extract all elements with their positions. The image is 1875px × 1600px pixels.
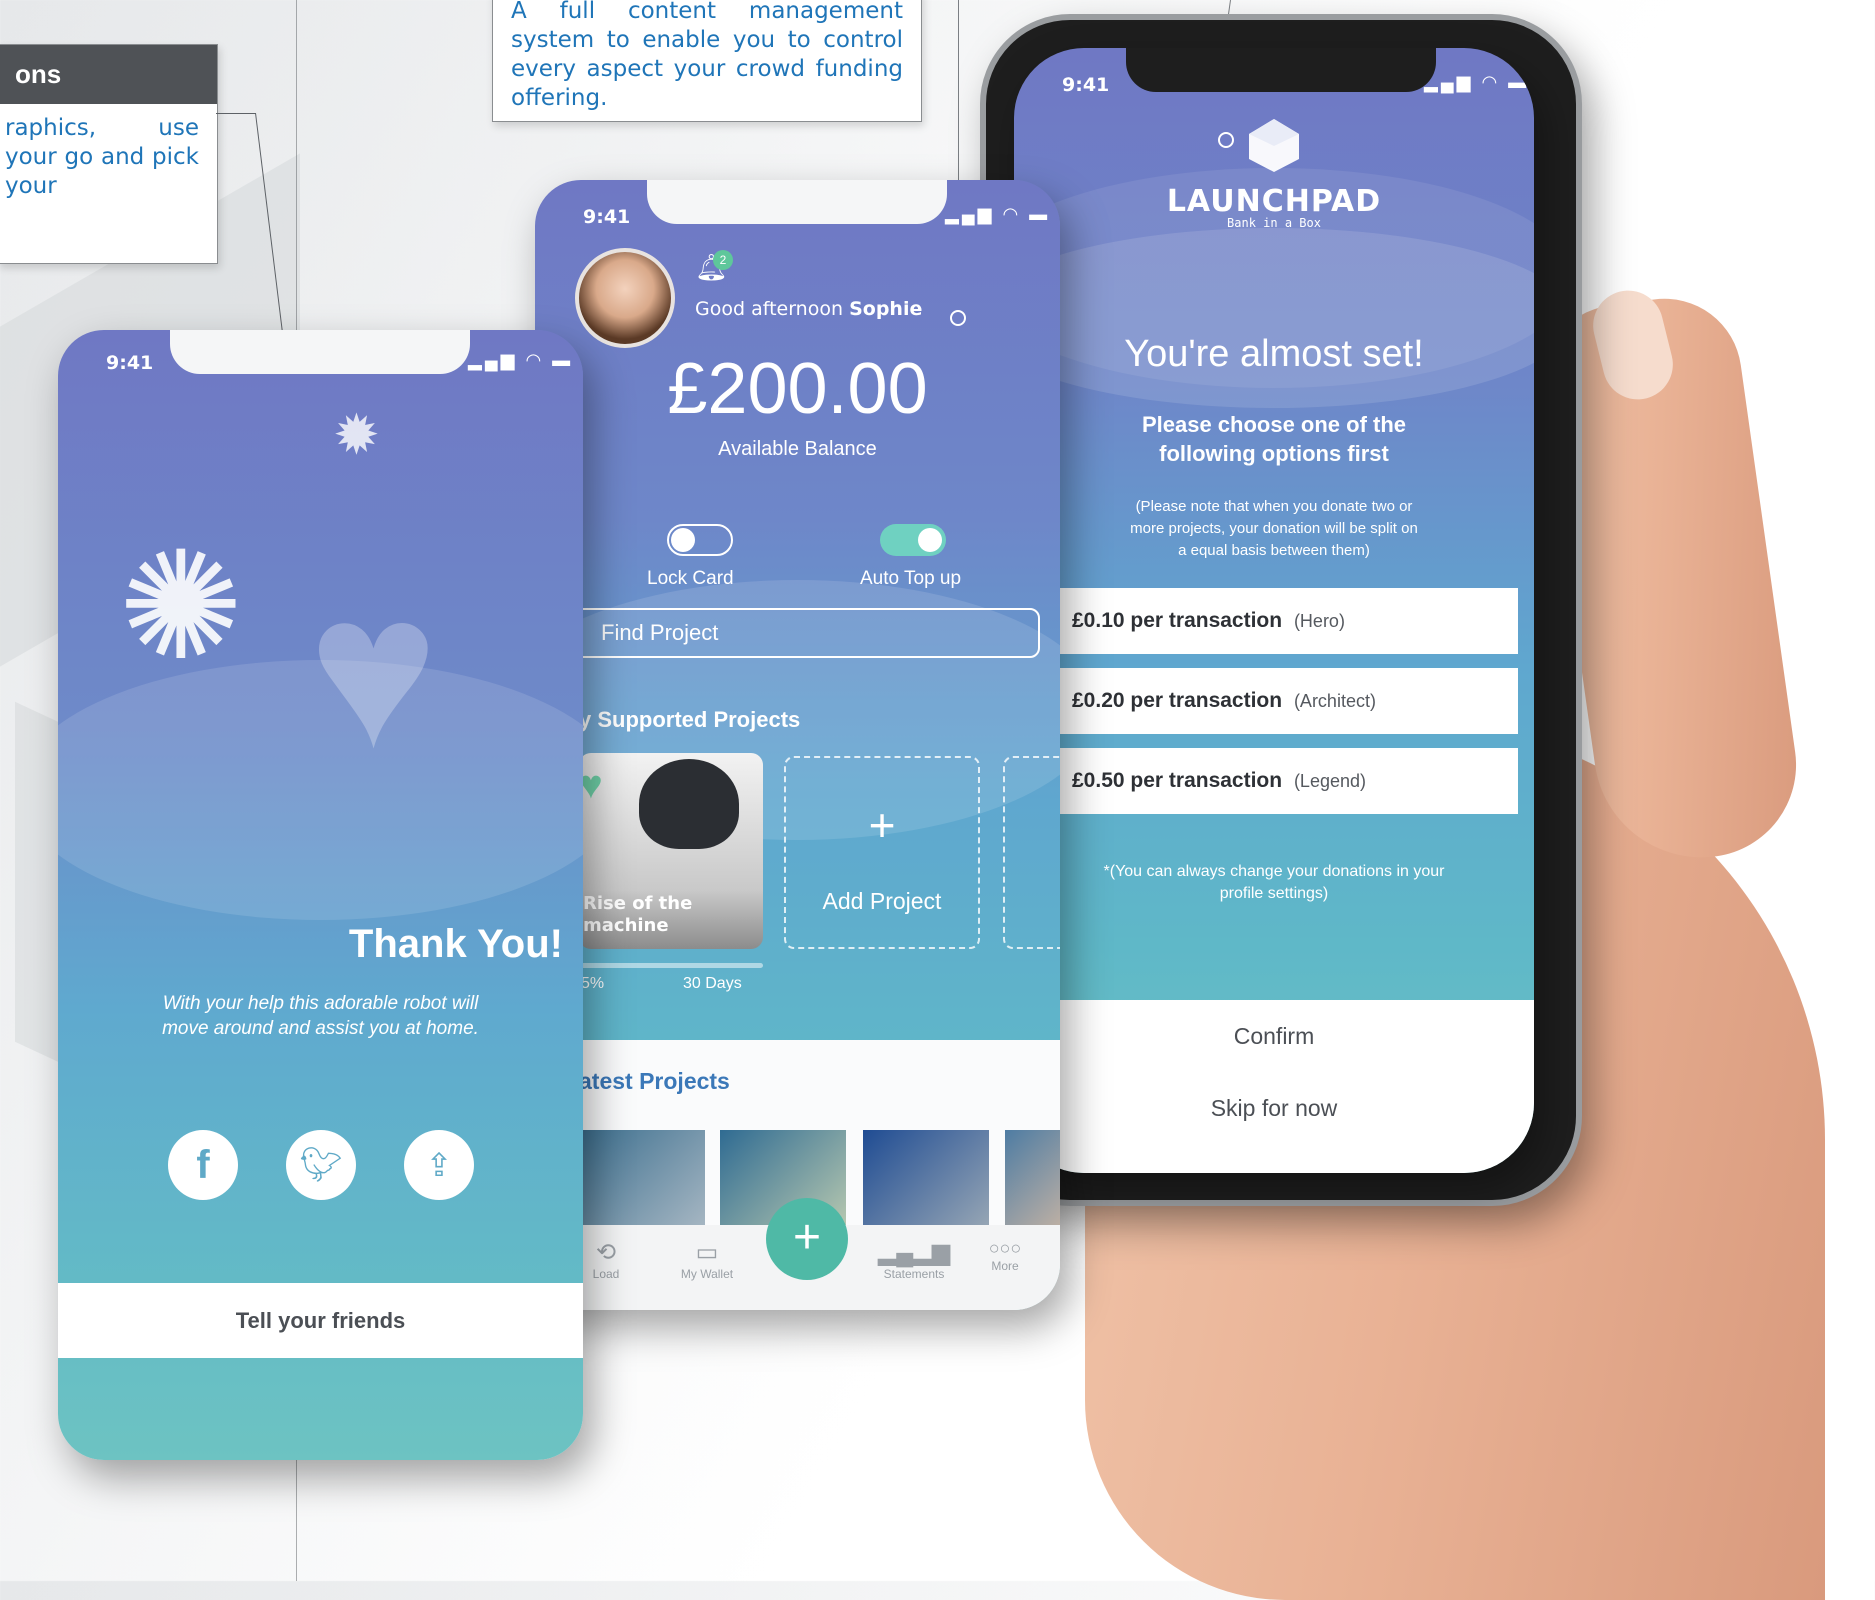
nav-more[interactable]: ○○○ More	[975, 1238, 1035, 1273]
option-architect-amount: £0.20 per transaction	[1072, 689, 1283, 712]
nav-my-wallet[interactable]: ▭ My Wallet	[667, 1238, 747, 1281]
connector-line-left	[216, 113, 256, 114]
phone-notch	[647, 180, 947, 224]
greeting-prefix: Good afternoon	[695, 298, 844, 320]
phone-mid-screen: 9:41 ▂▄▆ ◠ ▬ 🔔︎ 2 Good afternoon Sophie …	[535, 180, 1060, 1310]
option-hero[interactable]: £0.10 per transaction (Hero)	[1058, 588, 1518, 654]
twitter-icon: 🐦︎	[299, 1146, 343, 1184]
setup-note-2: more projects, your donation will be spl…	[1130, 520, 1418, 537]
project-title-1: Rise of the	[583, 893, 693, 914]
thank-you-message-2: move around and assist you at home.	[162, 1018, 479, 1039]
nav-statements[interactable]: ▂▄▂▆ Statements	[869, 1238, 959, 1281]
option-architect-tier: (Architect)	[1293, 691, 1376, 711]
greeting: Good afternoon Sophie	[695, 298, 922, 320]
option-hero-tier: (Hero)	[1293, 611, 1345, 631]
skip-button[interactable]: Skip for now	[1014, 1072, 1534, 1173]
thank-you-message-1: With your help this adorable robot will	[162, 993, 479, 1014]
wallet-icon: ▭	[695, 1239, 719, 1266]
logo-text: LAUNCHPAD	[1166, 184, 1382, 219]
more-icon: ○○○	[988, 1238, 1022, 1258]
callout-left-title: ons	[0, 45, 217, 104]
balance-amount: £200.00	[667, 349, 928, 429]
toggle-knob	[918, 528, 942, 552]
add-project-card[interactable]: + Add Project	[784, 756, 980, 949]
logo-subtext: Bank in a Box	[1227, 216, 1321, 230]
status-time: 9:41	[583, 206, 631, 228]
facebook-share-button[interactable]: f	[168, 1130, 238, 1200]
footnote-2: profile settings)	[1219, 885, 1329, 902]
search-placeholder: Find Project	[601, 620, 719, 645]
firework-small-icon: ✹	[333, 403, 380, 466]
footnote-1: *(You can always change your donations i…	[1103, 863, 1445, 880]
supported-projects-heading: y Supported Projects	[579, 707, 801, 732]
auto-top-up-toggle[interactable]	[880, 524, 946, 556]
latest-project-thumb[interactable]	[579, 1130, 705, 1230]
balance-label: Available Balance	[718, 438, 877, 460]
fab-add-button[interactable]: +	[766, 1198, 848, 1280]
latest-projects-heading: atest Projects	[579, 1068, 730, 1094]
latest-project-thumb[interactable]	[1005, 1130, 1060, 1230]
project-percent: 5%	[581, 975, 605, 992]
avatar[interactable]	[575, 248, 675, 348]
lock-card-toggle[interactable]	[667, 524, 733, 556]
thank-you-heading: Thank You!	[348, 922, 563, 966]
phone-right-screen: 9:41 ▂▄▆ ◠ ▬ LAUNCHPAD Bank in a Box You…	[1014, 48, 1534, 1173]
option-legend-amount: £0.50 per transaction	[1072, 769, 1283, 792]
auto-top-up-label: Auto Top up	[860, 568, 962, 589]
option-legend-tier: (Legend)	[1293, 771, 1366, 791]
project-days: 30 Days	[683, 975, 742, 992]
add-project-label: Add Project	[822, 888, 942, 914]
callout-left-body: raphics, use your go and pick your	[5, 115, 199, 199]
tell-friends-button[interactable]: Tell your friends	[58, 1283, 583, 1358]
status-icons: ▂▄▆ ◠ ▬	[468, 350, 574, 370]
setup-note-1: (Please note that when you donate two or	[1135, 498, 1413, 515]
facebook-icon: f	[196, 1143, 210, 1187]
phone-left-screen: 9:41 ▂▄▆ ◠ ▬ ✹ ✺ ♥ Thank You! With your …	[58, 330, 583, 1460]
nav-statements-label: Statements	[883, 1267, 945, 1281]
balloon-heart-icon: ♥	[308, 547, 439, 793]
plus-icon: +	[868, 799, 896, 851]
robot-image	[639, 759, 739, 849]
lock-card-label: Lock Card	[647, 568, 734, 589]
status-time: 9:41	[106, 352, 154, 374]
callout-anchor-dot	[950, 310, 966, 326]
status-time: 9:41	[1062, 74, 1110, 96]
generic-share-button[interactable]: ⇪	[404, 1130, 474, 1200]
share-icon: ⇪	[425, 1147, 453, 1183]
project-card[interactable]: ♥ Rise of the machine	[579, 753, 763, 949]
setup-subtitle-1: Please choose one of the	[1141, 412, 1407, 437]
callout-anchor-dot	[1218, 132, 1234, 148]
nav-wallet-label: My Wallet	[680, 1267, 734, 1281]
phone-notch	[1126, 48, 1436, 92]
toggle-knob	[671, 528, 695, 552]
greeting-name: Sophie	[849, 298, 923, 320]
option-legend[interactable]: £0.50 per transaction (Legend)	[1058, 748, 1518, 814]
status-icons: ▂▄▆ ◠ ▬	[945, 204, 1051, 224]
status-icons: ▂▄▆ ◠ ▬	[1424, 72, 1530, 92]
twitter-share-button[interactable]: 🐦︎	[286, 1130, 356, 1200]
project-progress-bar	[579, 963, 763, 968]
phone-notch	[170, 330, 470, 374]
project-title-2: machine	[583, 915, 669, 936]
setup-note-3: a equal basis between them)	[1178, 542, 1370, 559]
setup-subtitle-2: following options first	[1159, 441, 1389, 466]
option-hero-amount: £0.10 per transaction	[1072, 609, 1283, 632]
notification-badge: 2	[713, 250, 733, 270]
nav-more-label: More	[991, 1259, 1019, 1273]
setup-title: You're almost set!	[1124, 333, 1424, 375]
confirm-button[interactable]: Confirm	[1014, 1000, 1534, 1074]
callout-top-body: A full content management system to enab…	[511, 0, 903, 111]
latest-project-thumb[interactable]	[863, 1130, 989, 1230]
callout-left: ons raphics, use your go and pick your	[0, 44, 218, 264]
statements-icon: ▂▄▂▆	[877, 1239, 951, 1266]
callout-top: A full content management system to enab…	[492, 0, 922, 122]
search-input[interactable]: ⌕ Find Project	[565, 608, 1040, 658]
firework-large-icon: ✺	[118, 522, 244, 690]
option-architect[interactable]: £0.20 per transaction (Architect)	[1058, 668, 1518, 734]
add-project-card-partial[interactable]	[1003, 756, 1060, 949]
launchpad-logo-icon	[1249, 119, 1299, 172]
